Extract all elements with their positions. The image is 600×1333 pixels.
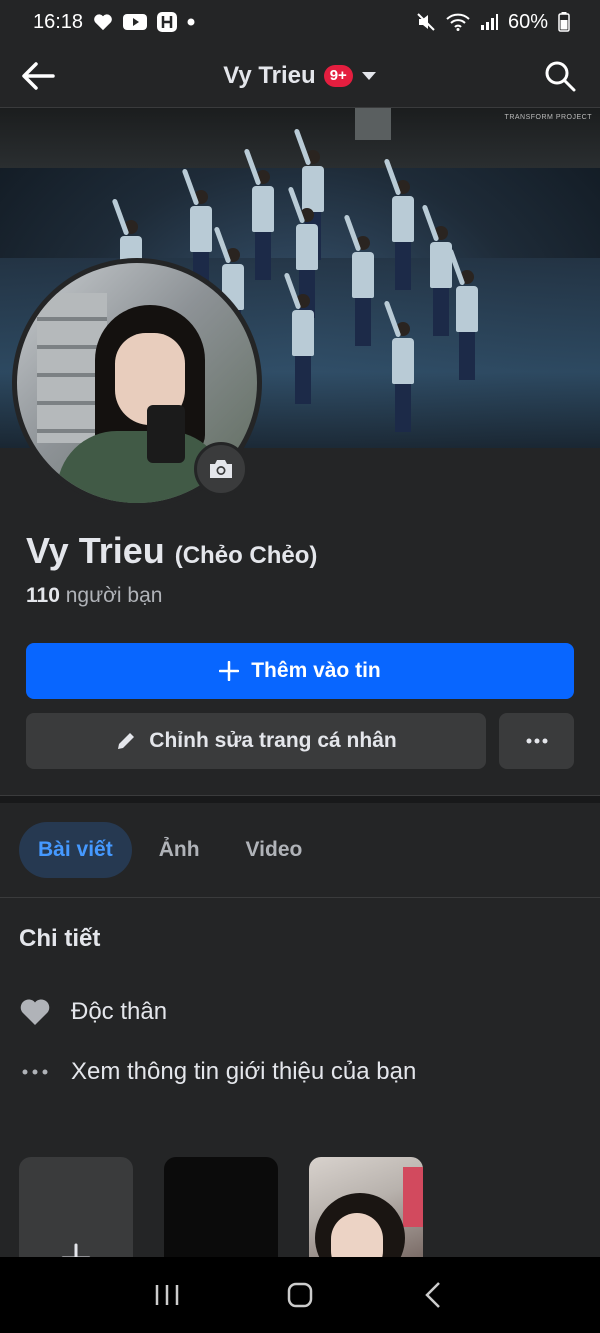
more-dots-icon (526, 738, 547, 744)
profile-tabs: Bài viết Ảnh Video (19, 822, 321, 878)
see-about-label: Xem thông tin giới thiệu của bạn (71, 1058, 417, 1085)
battery-icon (558, 12, 570, 32)
heart-icon (19, 996, 51, 1028)
profile-header: Vy Trieu 9+ (0, 44, 600, 108)
home-button[interactable] (270, 1265, 330, 1325)
details-title: Chi tiết (19, 925, 101, 952)
youtube-notification-icon (123, 13, 148, 31)
notification-badge: 9+ (323, 65, 353, 87)
tab-posts[interactable]: Bài viết (19, 822, 132, 878)
friends-count: 110 (26, 584, 60, 607)
cover-dancer (447, 248, 478, 380)
more-dots-icon (19, 1056, 51, 1088)
profile-name: Vy Trieu (26, 530, 165, 571)
system-back-button[interactable] (403, 1265, 463, 1325)
friends-label: người bạn (65, 584, 163, 607)
cover-dancer (421, 204, 452, 336)
cover-dancer (243, 148, 274, 280)
app-notification-icon (157, 12, 178, 32)
section-divider (0, 795, 600, 803)
cover-dancer (343, 214, 374, 346)
add-to-story-button[interactable]: Thêm vào tin (26, 643, 574, 699)
recent-apps-icon (155, 1285, 178, 1305)
battery-percentage: 60% (507, 10, 548, 33)
search-button[interactable] (542, 58, 578, 94)
heart-notification-icon (93, 13, 113, 31)
cover-dancer (283, 272, 314, 404)
see-about-link[interactable]: Xem thông tin giới thiệu của bạn (19, 1056, 416, 1088)
caret-down-icon (361, 72, 376, 80)
cover-dancer (383, 300, 414, 432)
signal-icon (480, 14, 498, 30)
profile-name-row: Vy Trieu (Chẻo Chẻo) (26, 530, 317, 572)
edit-profile-button[interactable]: Chỉnh sửa trang cá nhân (26, 713, 486, 769)
header-title-switcher[interactable]: Vy Trieu 9+ (0, 58, 600, 94)
edit-avatar-button[interactable] (194, 442, 248, 496)
pencil-icon (118, 733, 135, 749)
profile-nickname: (Chẻo Chẻo) (174, 542, 318, 569)
relationship-status-row: Độc thân (19, 996, 167, 1028)
header-title: Vy Trieu (223, 62, 316, 89)
status-time: 16:18 (33, 10, 84, 33)
chevron-left-icon (425, 1282, 441, 1308)
friends-link[interactable]: 110 người bạn (26, 584, 162, 608)
status-bar: 16:18 60% (0, 0, 600, 44)
recent-apps-button[interactable] (137, 1265, 197, 1325)
tab-photos[interactable]: Ảnh (140, 822, 219, 878)
cover-watermark: TRANSFORM PROJECT (504, 114, 592, 121)
wifi-icon (446, 13, 470, 31)
cover-dancer (383, 158, 414, 290)
edit-profile-label: Chỉnh sửa trang cá nhân (149, 729, 397, 752)
camera-icon (210, 460, 232, 478)
more-notifications-dot-icon (187, 18, 195, 26)
search-icon (545, 61, 576, 92)
add-to-story-label: Thêm vào tin (251, 659, 381, 682)
home-icon (287, 1282, 313, 1308)
status-left: 16:18 (33, 11, 195, 34)
tab-videos[interactable]: Video (227, 822, 322, 878)
relationship-status: Độc thân (71, 998, 168, 1025)
mute-icon (416, 12, 436, 32)
status-right: 60% (416, 11, 570, 34)
system-nav-bar (0, 1257, 600, 1333)
plus-icon (219, 661, 240, 681)
tabs-divider (0, 897, 600, 898)
more-options-button[interactable] (499, 713, 574, 769)
